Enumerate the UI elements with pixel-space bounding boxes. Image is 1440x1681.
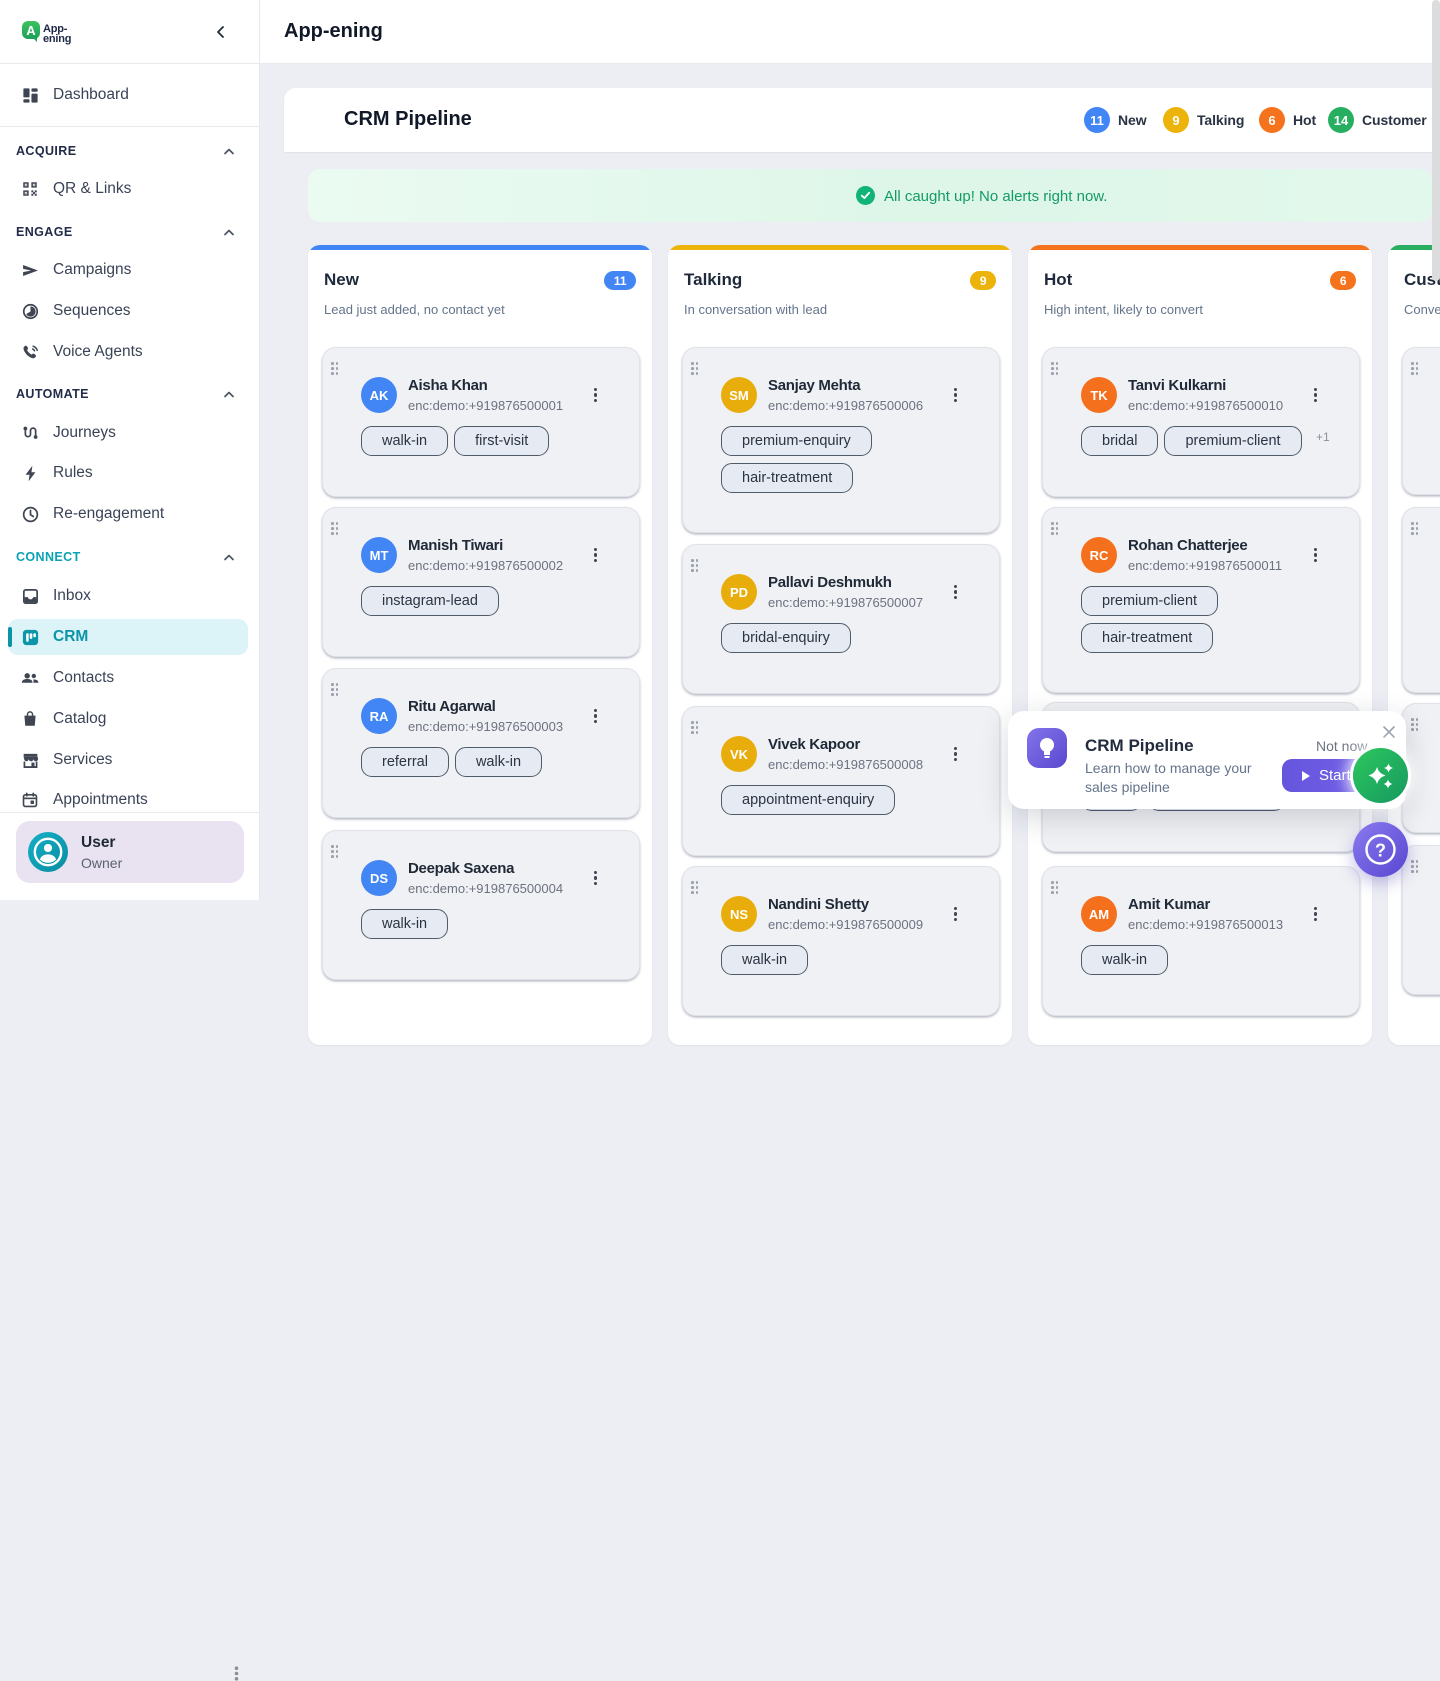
svg-text:?: ? [1375,840,1386,860]
